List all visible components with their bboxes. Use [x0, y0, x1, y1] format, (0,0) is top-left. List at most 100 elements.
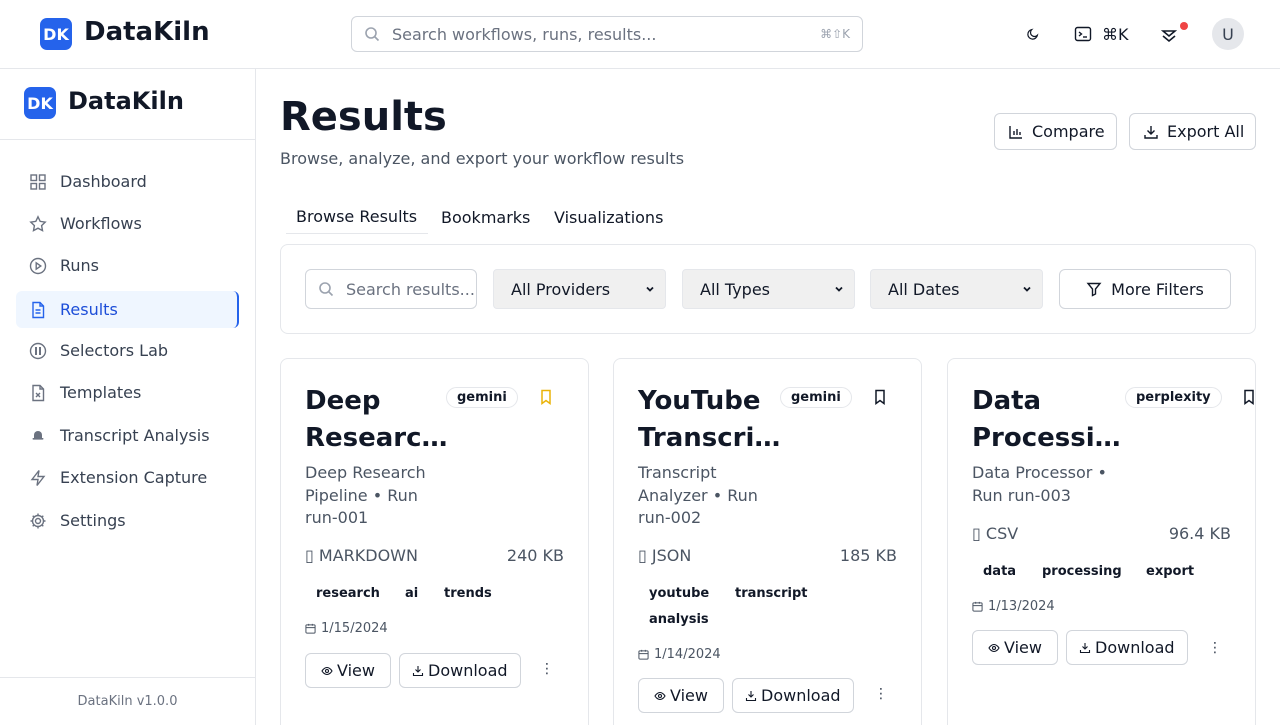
type-select[interactable]: All Types: [682, 269, 855, 309]
view-button[interactable]: View: [638, 678, 724, 713]
download-label: Download: [428, 661, 508, 680]
export-all-label: Export All: [1167, 122, 1245, 141]
download-icon: [1079, 642, 1091, 653]
more-filters-button[interactable]: More Filters: [1059, 269, 1231, 309]
card-date-value: 1/13/2024: [988, 599, 1055, 614]
tab-visualizations[interactable]: Visualizations: [554, 200, 663, 234]
user-avatar[interactable]: U: [1212, 18, 1244, 50]
sidebar-item-dashboard[interactable]: Dashboard: [16, 163, 239, 200]
search-icon: [319, 282, 334, 297]
global-search-placeholder: Search workflows, runs, results...: [392, 24, 657, 44]
card-title[interactable]: Deep Researc…: [305, 383, 450, 457]
eye-icon: [654, 691, 666, 700]
card-format-label: CSV: [985, 524, 1019, 543]
tag-chip: research: [316, 586, 380, 601]
bar-chart-icon: [1009, 125, 1022, 139]
sidebar-item-extension-capture[interactable]: Extension Capture: [16, 459, 239, 496]
card-description-line: Deep Research: [305, 463, 426, 482]
command-palette-button[interactable]: ⌘K: [1074, 24, 1129, 44]
tag-chip: processing: [1042, 564, 1122, 579]
tab-bookmarks[interactable]: Bookmarks: [441, 200, 530, 234]
results-search-input[interactable]: Search results...: [305, 269, 477, 309]
sidebar-logo[interactable]: DK: [24, 87, 56, 119]
notifications-icon: [1161, 30, 1177, 43]
sidebar-app-name[interactable]: DataKiln: [68, 87, 184, 115]
date-select[interactable]: All Dates: [870, 269, 1043, 309]
grid-icon: [28, 172, 48, 192]
sidebar-item-transcript-analysis[interactable]: Transcript Analysis: [16, 417, 239, 454]
bolt-icon: [28, 468, 48, 488]
compare-button[interactable]: Compare: [994, 113, 1117, 150]
view-button[interactable]: View: [972, 630, 1058, 665]
chevron-down-icon: [835, 286, 843, 292]
more-options-icon[interactable]: ⋮: [540, 661, 554, 677]
bookmark-icon[interactable]: [873, 389, 887, 405]
provider-select[interactable]: All Providers: [493, 269, 666, 309]
card-title-line: YouTube: [638, 386, 761, 416]
sidebar-item-selectors-lab[interactable]: Selectors Lab: [16, 332, 239, 369]
top-header: DK DataKiln Search workflows, runs, resu…: [0, 0, 1280, 69]
card-title-line: Researc…: [305, 423, 448, 453]
global-search-input[interactable]: Search workflows, runs, results... ⌘⇧K: [351, 16, 863, 52]
download-button[interactable]: Download: [399, 653, 521, 688]
sidebar-item-label: Selectors Lab: [60, 341, 169, 360]
provider-badge: gemini: [446, 387, 518, 408]
card-title[interactable]: Data Processi…: [972, 383, 1121, 457]
page-subtitle: Browse, analyze, and export your workflo…: [280, 149, 685, 168]
app-version: DataKiln v1.0.0: [0, 677, 255, 725]
card-size: 185 KB: [839, 546, 897, 565]
result-card[interactable]: Data Processi… perplexity Data Processor…: [947, 358, 1256, 725]
calendar-icon: [305, 623, 316, 634]
card-title-line: Data: [972, 386, 1042, 416]
results-search-placeholder: Search results...: [346, 279, 475, 299]
tag-chip: transcript: [735, 586, 808, 601]
download-icon: [412, 665, 424, 676]
theme-toggle-button[interactable]: [1026, 25, 1044, 43]
export-all-button[interactable]: Export All: [1129, 113, 1256, 150]
result-card[interactable]: YouTube Transcri… gemini Transcript Anal…: [613, 358, 922, 725]
type-select-value: All Types: [700, 279, 771, 299]
tab-browse-results[interactable]: Browse Results: [286, 200, 428, 234]
tag-chip: data: [983, 564, 1017, 579]
sidebar-item-workflows[interactable]: Workflows: [16, 205, 239, 242]
sidebar-item-label: Templates: [60, 383, 142, 402]
card-date-value: 1/14/2024: [654, 647, 721, 662]
download-button[interactable]: Download: [1066, 630, 1188, 665]
more-options-icon[interactable]: ⋮: [1208, 640, 1222, 656]
app-logo[interactable]: DK: [40, 18, 72, 50]
sidebar-item-settings[interactable]: Settings: [16, 502, 239, 539]
eye-icon: [988, 643, 1000, 652]
card-title-line: Transcri…: [638, 423, 781, 453]
card-size: 240 KB: [506, 546, 564, 565]
result-card[interactable]: Deep Researc… gemini Deep Research Pipel…: [280, 358, 589, 725]
file-x-icon: [28, 383, 48, 403]
card-format: ▯ MARKDOWN: [305, 546, 418, 565]
terminal-icon: [1074, 26, 1092, 42]
sidebar-item-label: Extension Capture: [60, 468, 208, 487]
sidebar-item-runs[interactable]: Runs: [16, 247, 239, 284]
card-description: Deep Research Pipeline • Run run-001: [305, 462, 445, 530]
play-circle-icon: [28, 256, 48, 276]
card-description: Data Processor • Run run-003: [972, 462, 1112, 507]
bot-icon: [28, 426, 48, 446]
card-title[interactable]: YouTube Transcri…: [638, 383, 783, 457]
command-shortcut: ⌘K: [1102, 24, 1129, 44]
sidebar-item-label: Dashboard: [60, 172, 147, 191]
sidebar: DK DataKiln Dashboard Workflows Runs Res…: [0, 69, 256, 725]
view-button[interactable]: View: [305, 653, 391, 688]
calendar-icon: [972, 601, 983, 612]
more-filters-label: More Filters: [1111, 279, 1204, 299]
app-name[interactable]: DataKiln: [84, 17, 210, 47]
more-options-icon[interactable]: ⋮: [874, 686, 888, 702]
view-label: View: [337, 661, 375, 680]
sidebar-item-templates[interactable]: Templates: [16, 374, 239, 411]
download-button[interactable]: Download: [732, 678, 854, 713]
card-date: 1/15/2024: [305, 621, 388, 636]
bookmark-icon[interactable]: [1242, 389, 1256, 405]
bookmark-icon[interactable]: [539, 389, 553, 405]
search-icon: [365, 27, 380, 42]
sidebar-item-results[interactable]: Results: [16, 291, 239, 328]
card-size: 96.4 KB: [1168, 524, 1231, 543]
download-label: Download: [761, 686, 841, 705]
notifications-button[interactable]: [1161, 26, 1181, 46]
